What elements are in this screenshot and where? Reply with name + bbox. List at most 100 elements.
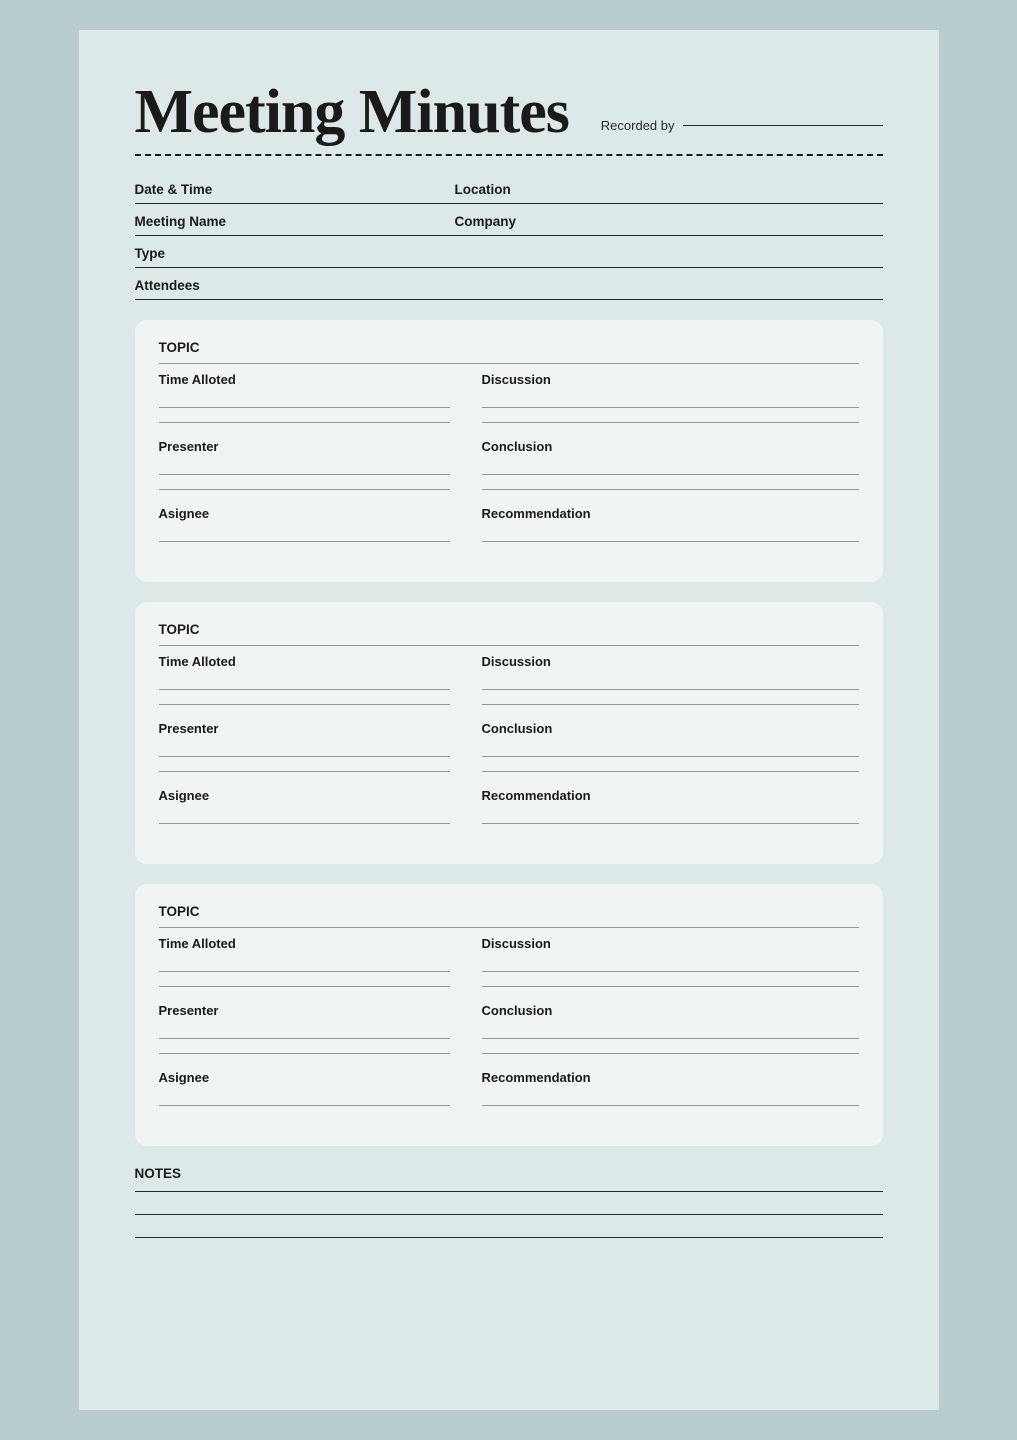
conclusion-2-block: Conclusion <box>482 721 859 772</box>
location-label: Location <box>455 182 883 197</box>
notes-line-3 <box>135 1237 883 1238</box>
notes-line-1 <box>135 1191 883 1192</box>
conclusion-3-block: Conclusion <box>482 1003 859 1054</box>
asignee-3-block: Asignee <box>159 1070 450 1106</box>
dashed-divider <box>135 154 883 156</box>
presenter-2-line <box>159 756 450 757</box>
recommendation-3-label: Recommendation <box>482 1070 859 1085</box>
time-alloted-2-extra <box>159 704 450 705</box>
topic-1-left-col-1: Time Alloted Presenter Asignee <box>159 372 474 558</box>
notes-line-2 <box>135 1214 883 1215</box>
discussion-2-extra <box>482 704 859 705</box>
time-alloted-3-block: Time Alloted <box>159 936 450 987</box>
topic-card-1: TOPIC Time Alloted Presenter Asignee <box>135 320 883 582</box>
presenter-2-label: Presenter <box>159 721 450 736</box>
presenter-1-extra <box>159 489 450 490</box>
conclusion-2-extra <box>482 771 859 772</box>
asignee-2-block: Asignee <box>159 788 450 824</box>
topic-1-right-col-1: Discussion Conclusion Recommendation <box>474 372 859 558</box>
topic-2-left-col-1: Time Alloted Presenter Asignee <box>159 654 474 840</box>
time-alloted-2-block: Time Alloted <box>159 654 450 705</box>
conclusion-1-label: Conclusion <box>482 439 859 454</box>
time-alloted-2-line <box>159 689 450 690</box>
asignee-1-block: Asignee <box>159 506 450 542</box>
type-label: Type <box>135 246 455 261</box>
recommendation-1-block: Recommendation <box>482 506 859 542</box>
recorded-by-label: Recorded by <box>601 118 675 133</box>
time-alloted-1-label: Time Alloted <box>159 372 450 387</box>
discussion-3-label: Discussion <box>482 936 859 951</box>
recorded-by-line <box>683 125 883 126</box>
discussion-3-extra <box>482 986 859 987</box>
asignee-3-label: Asignee <box>159 1070 450 1085</box>
discussion-3-line <box>482 971 859 972</box>
info-grid: Date & Time Location Meeting Name Compan… <box>135 172 883 300</box>
topic-2-label: TOPIC <box>159 622 859 646</box>
recorded-by-section: Recorded by <box>601 78 883 133</box>
topic-3-left-col-1: Time Alloted Presenter Asignee <box>159 936 474 1122</box>
time-alloted-1-block: Time Alloted <box>159 372 450 423</box>
recommendation-3-line <box>482 1105 859 1106</box>
conclusion-2-label: Conclusion <box>482 721 859 736</box>
header-section: Meeting Minutes Recorded by <box>135 78 883 146</box>
asignee-3-line <box>159 1105 450 1106</box>
presenter-2-extra <box>159 771 450 772</box>
info-row-date-location: Date & Time Location <box>135 172 883 204</box>
recommendation-1-label: Recommendation <box>482 506 859 521</box>
discussion-2-label: Discussion <box>482 654 859 669</box>
asignee-1-line <box>159 541 450 542</box>
time-alloted-3-label: Time Alloted <box>159 936 450 951</box>
attendees-label: Attendees <box>135 278 455 293</box>
presenter-3-extra <box>159 1053 450 1054</box>
topic-2-row-1: Time Alloted Presenter Asignee Discussio… <box>159 654 859 840</box>
discussion-1-line <box>482 407 859 408</box>
info-row-type: Type <box>135 236 883 268</box>
presenter-2-block: Presenter <box>159 721 450 772</box>
topic-card-2: TOPIC Time Alloted Presenter Asignee <box>135 602 883 864</box>
presenter-1-label: Presenter <box>159 439 450 454</box>
time-alloted-2-label: Time Alloted <box>159 654 450 669</box>
date-time-label: Date & Time <box>135 182 455 197</box>
conclusion-1-extra <box>482 489 859 490</box>
company-label: Company <box>455 214 883 229</box>
recommendation-1-line <box>482 541 859 542</box>
info-row-attendees: Attendees <box>135 268 883 300</box>
page: Meeting Minutes Recorded by Date & Time … <box>79 30 939 1410</box>
conclusion-1-line <box>482 474 859 475</box>
notes-label: NOTES <box>135 1166 883 1181</box>
asignee-2-label: Asignee <box>159 788 450 803</box>
topic-1-label: TOPIC <box>159 340 859 364</box>
time-alloted-3-extra <box>159 986 450 987</box>
page-title: Meeting Minutes <box>135 78 569 146</box>
conclusion-1-block: Conclusion <box>482 439 859 490</box>
conclusion-2-line <box>482 756 859 757</box>
recommendation-2-block: Recommendation <box>482 788 859 824</box>
meeting-name-label: Meeting Name <box>135 214 455 229</box>
presenter-1-block: Presenter <box>159 439 450 490</box>
info-row-meeting-company: Meeting Name Company <box>135 204 883 236</box>
discussion-3-block: Discussion <box>482 936 859 987</box>
topic-3-right-col-1: Discussion Conclusion Recommendation <box>474 936 859 1122</box>
conclusion-3-line <box>482 1038 859 1039</box>
time-alloted-3-line <box>159 971 450 972</box>
presenter-1-line <box>159 474 450 475</box>
conclusion-3-extra <box>482 1053 859 1054</box>
discussion-1-block: Discussion <box>482 372 859 423</box>
notes-section: NOTES <box>135 1166 883 1238</box>
presenter-3-label: Presenter <box>159 1003 450 1018</box>
asignee-1-label: Asignee <box>159 506 450 521</box>
topic-3-row-1: Time Alloted Presenter Asignee Discussio… <box>159 936 859 1122</box>
discussion-2-line <box>482 689 859 690</box>
presenter-3-block: Presenter <box>159 1003 450 1054</box>
asignee-2-line <box>159 823 450 824</box>
topic-2-right-col-1: Discussion Conclusion Recommendation <box>474 654 859 840</box>
topic-1-row-1: Time Alloted Presenter Asignee Discussio… <box>159 372 859 558</box>
discussion-1-extra <box>482 422 859 423</box>
conclusion-3-label: Conclusion <box>482 1003 859 1018</box>
presenter-3-line <box>159 1038 450 1039</box>
discussion-1-label: Discussion <box>482 372 859 387</box>
recommendation-2-line <box>482 823 859 824</box>
discussion-2-block: Discussion <box>482 654 859 705</box>
topic-3-label: TOPIC <box>159 904 859 928</box>
recommendation-3-block: Recommendation <box>482 1070 859 1106</box>
